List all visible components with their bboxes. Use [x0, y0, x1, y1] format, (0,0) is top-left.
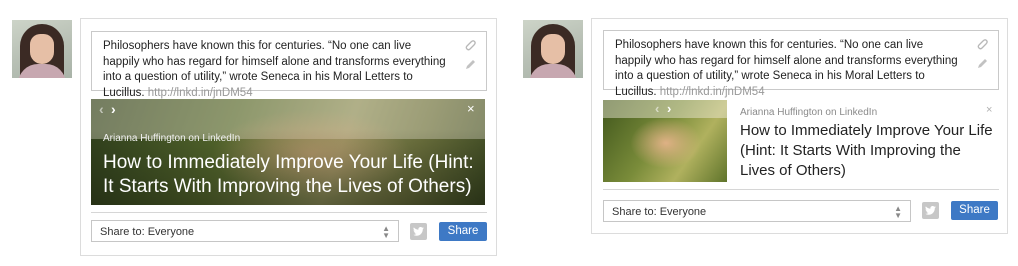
preview-close-button[interactable]: × [986, 105, 992, 116]
visibility-select[interactable]: Share to: Everyone ▲ ▼ [91, 220, 399, 242]
preview-prev-button[interactable]: ‹ [99, 102, 104, 116]
post-text-field[interactable]: Philosophers have known this for centuri… [603, 30, 999, 98]
preview-prev-button[interactable]: ‹ [655, 102, 659, 116]
divider [91, 212, 487, 213]
select-caret-icon: ▲ ▼ [894, 204, 902, 220]
avatar [523, 20, 583, 78]
preview-thumbnail[interactable]: ‹ › [603, 100, 727, 182]
post-url[interactable]: http://lnkd.in/jnDM54 [148, 87, 253, 99]
share-box-compact: Philosophers have known this for centuri… [591, 18, 1008, 234]
attachment-icon[interactable] [464, 39, 476, 51]
share-button[interactable]: Share [951, 201, 998, 220]
preview-headline[interactable]: How to Immediately Improve Your Life (Hi… [103, 151, 481, 199]
preview-headline[interactable]: How to Immediately Improve Your Life (Hi… [740, 121, 998, 181]
post-text-field[interactable]: Philosophers have known this for centuri… [91, 31, 487, 99]
pencil-icon[interactable] [464, 59, 476, 71]
link-preview-card[interactable]: ‹ › × Arianna Huffington on LinkedIn How… [91, 99, 485, 205]
preview-close-button[interactable]: × [467, 102, 475, 115]
preview-next-button[interactable]: › [111, 102, 116, 116]
divider [603, 189, 999, 190]
preview-next-button[interactable]: › [667, 102, 671, 116]
select-caret-icon: ▲ ▼ [382, 224, 390, 240]
preview-source: Arianna Huffington on LinkedIn [103, 133, 241, 144]
visibility-select-value: Share to: Everyone [612, 206, 707, 218]
visibility-select[interactable]: Share to: Everyone ▲ ▼ [603, 200, 911, 222]
pencil-icon[interactable] [976, 58, 988, 70]
avatar [12, 20, 72, 78]
twitter-icon[interactable] [410, 223, 427, 240]
preview-source: Arianna Huffington on LinkedIn [740, 107, 878, 118]
visibility-select-value: Share to: Everyone [100, 226, 195, 238]
post-url[interactable]: http://lnkd.in/jnDM54 [660, 86, 765, 98]
share-button[interactable]: Share [439, 222, 487, 241]
share-box-expanded: Philosophers have known this for centuri… [80, 18, 497, 256]
attachment-icon[interactable] [976, 38, 988, 50]
twitter-icon[interactable] [922, 202, 939, 219]
